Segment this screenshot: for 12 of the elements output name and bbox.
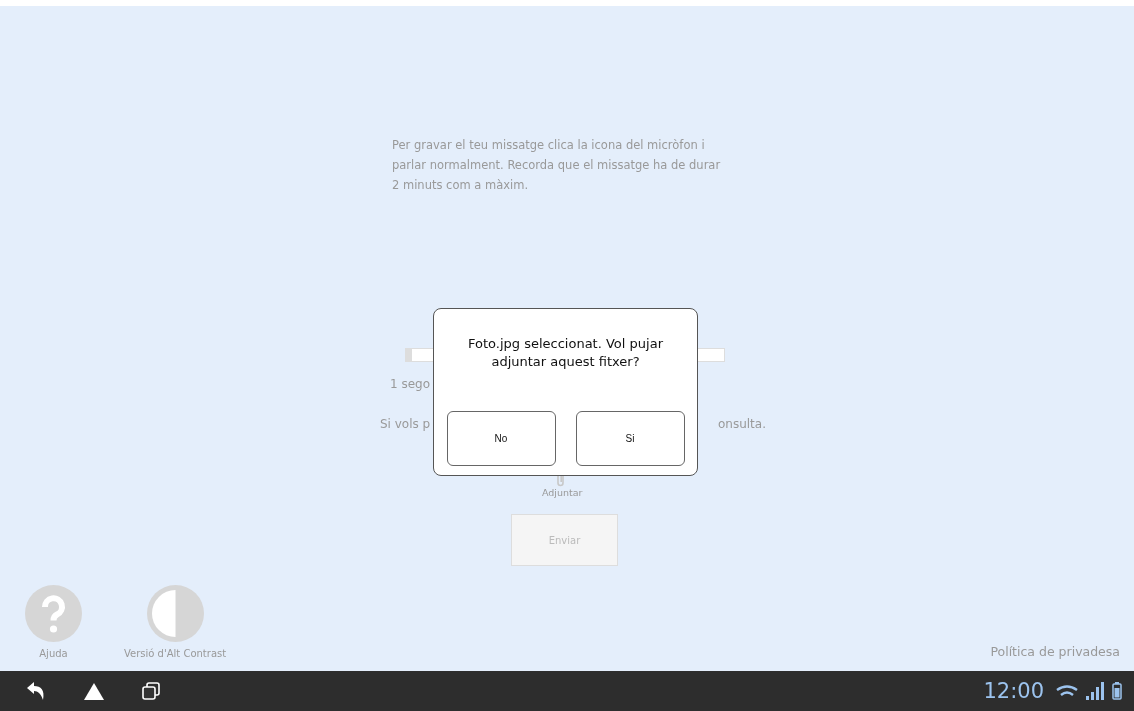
dialog-message: Foto.jpg seleccionat. Vol pujar adjuntar aquest fitxer? xyxy=(467,335,664,371)
duration-text: 1 sego xyxy=(390,377,431,391)
privacy-link[interactable]: Política de privadesa xyxy=(990,644,1120,659)
upload-hint-text: onsulta. xyxy=(718,417,766,431)
upload-hint-text: Si vols p xyxy=(380,417,431,431)
attach-label[interactable]: Adjuntar xyxy=(542,487,583,498)
contrast-label[interactable]: Versió d'Alt Contrast xyxy=(124,648,227,659)
dialog-button[interactable]: Si xyxy=(575,411,685,466)
clock-text: 12:00 xyxy=(983,679,1044,703)
dialog-button[interactable]: No xyxy=(446,411,556,466)
help-label[interactable]: Ajuda xyxy=(39,648,68,659)
instruction-text: Per gravar el teu missatge clica la icona del micròfon i parlar normalment. Recorda que el missatge ha de durar 2 minuts com a màxim. xyxy=(392,137,722,194)
